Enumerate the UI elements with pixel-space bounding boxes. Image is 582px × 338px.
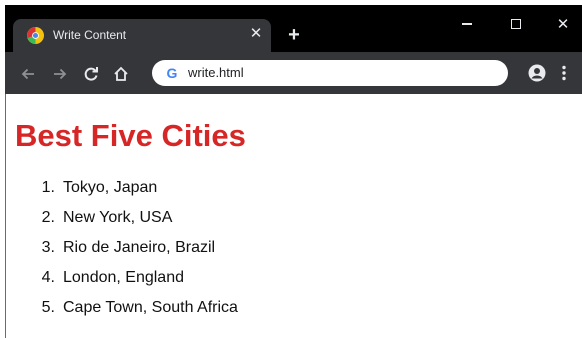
home-icon [114, 66, 128, 81]
list-number: 3. [41, 239, 55, 256]
city-list: 1. Tokyo, Japan 2. New York, USA 3. Rio … [33, 179, 238, 329]
list-number: 5. [41, 299, 55, 316]
list-item: 1. Tokyo, Japan [33, 179, 238, 209]
reload-icon [84, 67, 98, 81]
list-item: 2. New York, USA [33, 209, 238, 239]
url-text[interactable]: write.html [188, 65, 244, 80]
minimize-icon [462, 23, 472, 25]
browser-tab[interactable]: Write Content ✕ [13, 19, 271, 52]
maximize-button[interactable] [501, 13, 531, 35]
kebab-menu-icon [562, 65, 566, 81]
page-content: Best Five Cities 1. Tokyo, Japan 2. New … [5, 94, 582, 338]
list-item: 3. Rio de Janeiro, Brazil [33, 239, 238, 269]
arrow-right-icon [54, 68, 67, 80]
list-number: 2. [41, 209, 55, 226]
new-tab-button[interactable]: + [283, 24, 305, 46]
account-icon [528, 64, 546, 82]
forward-button[interactable] [49, 63, 71, 85]
menu-button[interactable] [556, 62, 572, 84]
minimize-button[interactable] [452, 13, 482, 35]
chrome-favicon-icon [27, 27, 44, 44]
page-title: Best Five Cities [15, 118, 246, 153]
account-button[interactable] [526, 62, 548, 84]
city-name: London, England [63, 269, 184, 286]
browser-window: Write Content ✕ + ✕ G write.html Best Fi… [5, 5, 582, 338]
tab-title: Write Content [53, 28, 127, 42]
google-search-icon: G [166, 65, 178, 81]
tab-close-icon[interactable]: ✕ [247, 25, 265, 43]
city-name: Cape Town, South Africa [63, 299, 238, 316]
reload-button[interactable] [80, 63, 102, 85]
arrow-left-icon [21, 68, 34, 80]
list-item: 4. London, England [33, 269, 238, 299]
browser-toolbar: G write.html [5, 52, 582, 94]
title-bar: Write Content ✕ + ✕ [5, 5, 582, 52]
city-name: New York, USA [63, 209, 173, 226]
back-button[interactable] [17, 63, 39, 85]
list-item: 5. Cape Town, South Africa [33, 299, 238, 329]
list-number: 4. [41, 269, 55, 286]
close-window-button[interactable]: ✕ [548, 13, 578, 35]
address-bar[interactable]: G write.html [152, 60, 508, 86]
city-name: Rio de Janeiro, Brazil [63, 239, 216, 256]
city-name: Tokyo, Japan [63, 179, 158, 196]
home-button[interactable] [110, 63, 132, 85]
list-number: 1. [41, 179, 55, 196]
close-icon: ✕ [556, 15, 570, 33]
maximize-icon [511, 19, 521, 29]
